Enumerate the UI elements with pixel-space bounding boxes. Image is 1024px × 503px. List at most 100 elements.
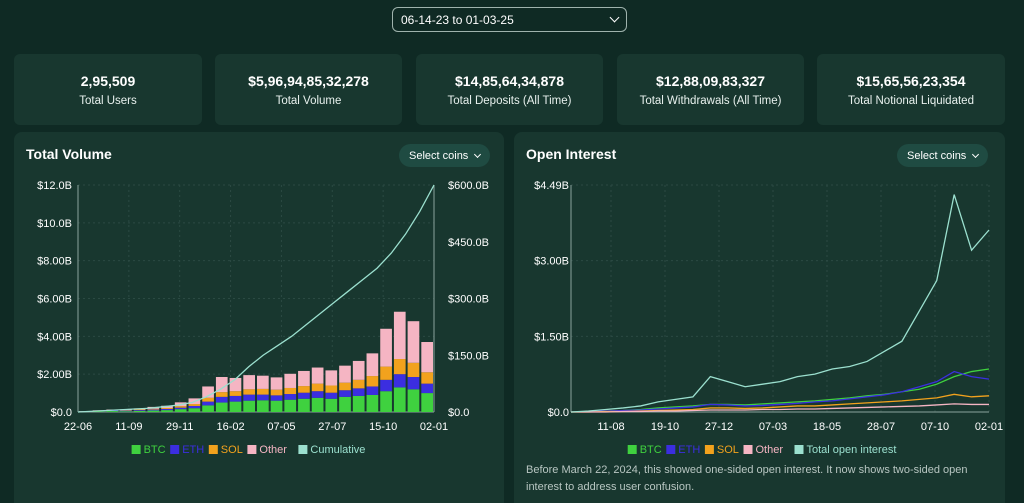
legend-swatch	[170, 445, 180, 454]
bar-eth	[380, 379, 392, 392]
legend-swatch	[704, 445, 714, 454]
x-tick-label: 16-02	[217, 421, 245, 433]
x-tick-label: 07-05	[267, 421, 295, 433]
y-tick-label: $4.49B	[534, 180, 569, 192]
date-range-selector[interactable]: 06-14-23 to 01-03-25	[392, 7, 627, 32]
stat-value: $12,88,09,83,327	[656, 72, 765, 89]
bar-eth	[215, 396, 228, 403]
chevron-down-icon	[972, 150, 980, 158]
stat-label: Total Withdrawals (All Time)	[639, 94, 782, 107]
bar-eth	[270, 395, 283, 401]
x-tick-label: 22-06	[64, 421, 92, 433]
x-tick-label: 27-12	[705, 421, 733, 433]
bar-sol	[352, 379, 365, 389]
legend-swatch	[208, 445, 218, 454]
legend-label: BTC	[640, 444, 662, 456]
stat-card-total-users: 2,95,509 Total Users	[14, 54, 202, 125]
bar-other	[421, 342, 433, 373]
y2-tick-label: $600.0B	[448, 180, 489, 192]
y2-tick-label: $450.0B	[448, 237, 489, 249]
bar-btc	[243, 400, 255, 412]
bar-btc	[202, 405, 214, 412]
bar-other	[270, 377, 283, 390]
x-tick-label: 11-09	[115, 421, 142, 433]
legend-swatch	[247, 445, 257, 454]
legend-label: SOL	[717, 444, 739, 456]
bar-btc	[421, 393, 433, 412]
y-tick-label: $4.00B	[37, 331, 72, 343]
legend-label: Other	[756, 444, 784, 456]
bar-eth	[229, 395, 242, 402]
x-tick-label: 02-01	[420, 421, 448, 433]
bar-sol	[188, 404, 201, 406]
stat-label: Total Deposits (All Time)	[447, 94, 572, 107]
panel-title: Total Volume	[26, 146, 112, 162]
bar-other	[352, 360, 365, 380]
bar-btc	[284, 399, 297, 412]
select-coins-button[interactable]: Select coins	[399, 144, 491, 167]
series-line-total-open-interest	[570, 194, 990, 413]
bar-other	[407, 321, 420, 363]
select-coins-label: Select coins	[409, 149, 469, 162]
bar-sol	[133, 409, 146, 411]
bar-sol	[284, 387, 297, 395]
y-tick-label: $1.50B	[534, 331, 569, 343]
legend-swatch	[794, 445, 804, 454]
bar-other	[284, 373, 297, 388]
bar-btc	[407, 389, 420, 412]
bar-other	[215, 377, 228, 393]
legend-label: ETH	[182, 444, 204, 456]
y-tick-label: $12.0B	[37, 180, 72, 192]
bar-btc	[366, 394, 379, 412]
bar-other	[325, 370, 338, 386]
y-tick-label: $10.0B	[37, 218, 72, 230]
total-volume-panel: Total Volume Select coins $0.0 $2.00B $4.0…	[14, 132, 504, 503]
stat-card-total-liquidated: $15,65,56,23,354 Total Notional Liquidat…	[817, 54, 1005, 125]
bar-other	[339, 365, 351, 383]
stat-value: $15,65,56,23,354	[856, 72, 966, 89]
stat-value: $14,85,64,34,878	[455, 72, 564, 89]
bar-sol	[339, 382, 351, 391]
legend-label: BTC	[144, 444, 166, 456]
bar-sol	[161, 408, 173, 409]
x-tick-label: 02-01	[975, 421, 1003, 433]
bar-sol	[298, 386, 310, 393]
bar-btc	[298, 398, 310, 412]
x-tick-label: 07-10	[921, 421, 949, 433]
bar-eth	[161, 408, 173, 411]
bar-eth	[133, 410, 146, 411]
select-coins-button[interactable]: Select coins	[897, 144, 989, 167]
bar-eth	[243, 394, 255, 401]
bar-sol	[393, 359, 406, 375]
bar-sol	[421, 372, 433, 384]
stat-value: 2,95,509	[80, 72, 136, 89]
bar-other	[366, 353, 379, 377]
bar-eth	[174, 407, 187, 410]
stat-label: Total Volume	[275, 94, 342, 107]
y-tick-label: $0.0	[548, 407, 569, 419]
bar-btc	[161, 410, 173, 412]
chevron-down-icon	[474, 150, 482, 158]
x-tick-label: 19-10	[651, 421, 679, 433]
legend-label: Other	[259, 444, 287, 456]
bar-sol	[243, 389, 255, 395]
bar-btc	[380, 391, 392, 412]
y-tick-label: $0.0	[51, 407, 72, 419]
bar-sol	[311, 383, 324, 392]
x-tick-label: 29-11	[166, 421, 193, 433]
date-range-text: 06-14-23 to 01-03-25	[401, 12, 514, 27]
stat-card-total-deposits: $14,85,64,34,878 Total Deposits (All Tim…	[416, 54, 603, 125]
bar-sol	[366, 376, 379, 387]
y-tick-label: $8.00B	[37, 256, 72, 268]
bar-sol	[270, 389, 283, 396]
bar-btc	[147, 410, 160, 412]
bar-sol	[325, 385, 338, 393]
bar-sol	[380, 366, 392, 380]
panel-title: Open Interest	[526, 146, 617, 162]
x-tick-label: 28-07	[867, 421, 895, 433]
y-tick-label: $2.00B	[37, 369, 72, 381]
open-interest-panel: Open Interest Select coins $0.0 $1.50B $3.…	[514, 132, 1005, 503]
bar-btc	[215, 402, 228, 412]
bar-eth	[298, 392, 310, 399]
y-tick-label: $6.00B	[37, 294, 72, 306]
